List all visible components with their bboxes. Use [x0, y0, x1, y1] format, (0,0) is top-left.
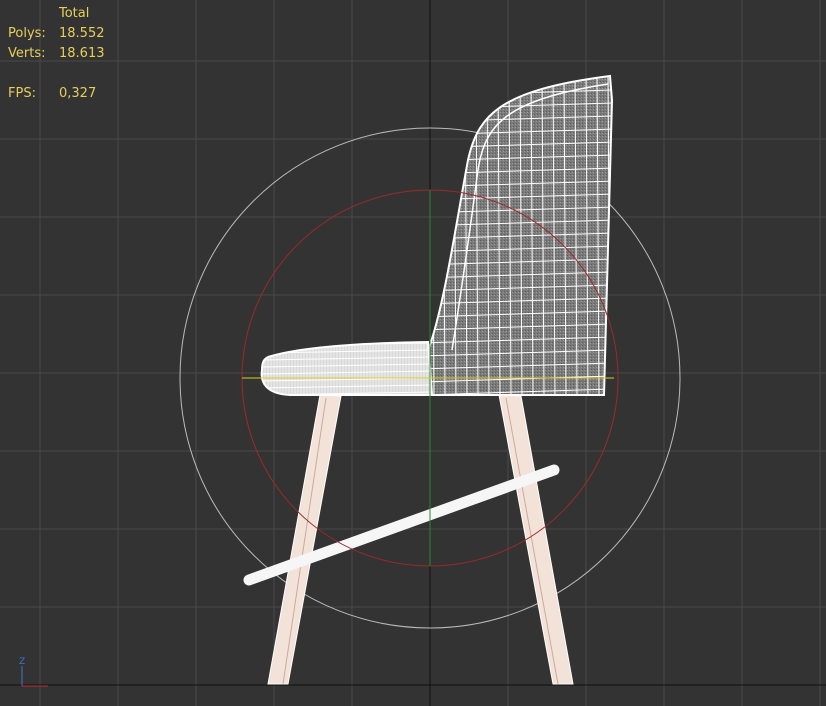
viewport-statistics: Total Polys: 18.552 Verts: 18.613 FPS: 0…	[8, 4, 105, 104]
verts-label: Verts:	[8, 46, 46, 61]
viewport-canvas[interactable]: Z	[0, 0, 826, 706]
fps-label: FPS:	[8, 86, 36, 101]
fps-value: 0,327	[59, 86, 97, 101]
polys-value: 18.552	[59, 26, 105, 41]
stats-header: Total	[59, 6, 90, 21]
polys-label: Polys:	[8, 26, 46, 41]
verts-value: 18.613	[59, 46, 105, 61]
tripod-z-label: Z	[19, 657, 25, 667]
